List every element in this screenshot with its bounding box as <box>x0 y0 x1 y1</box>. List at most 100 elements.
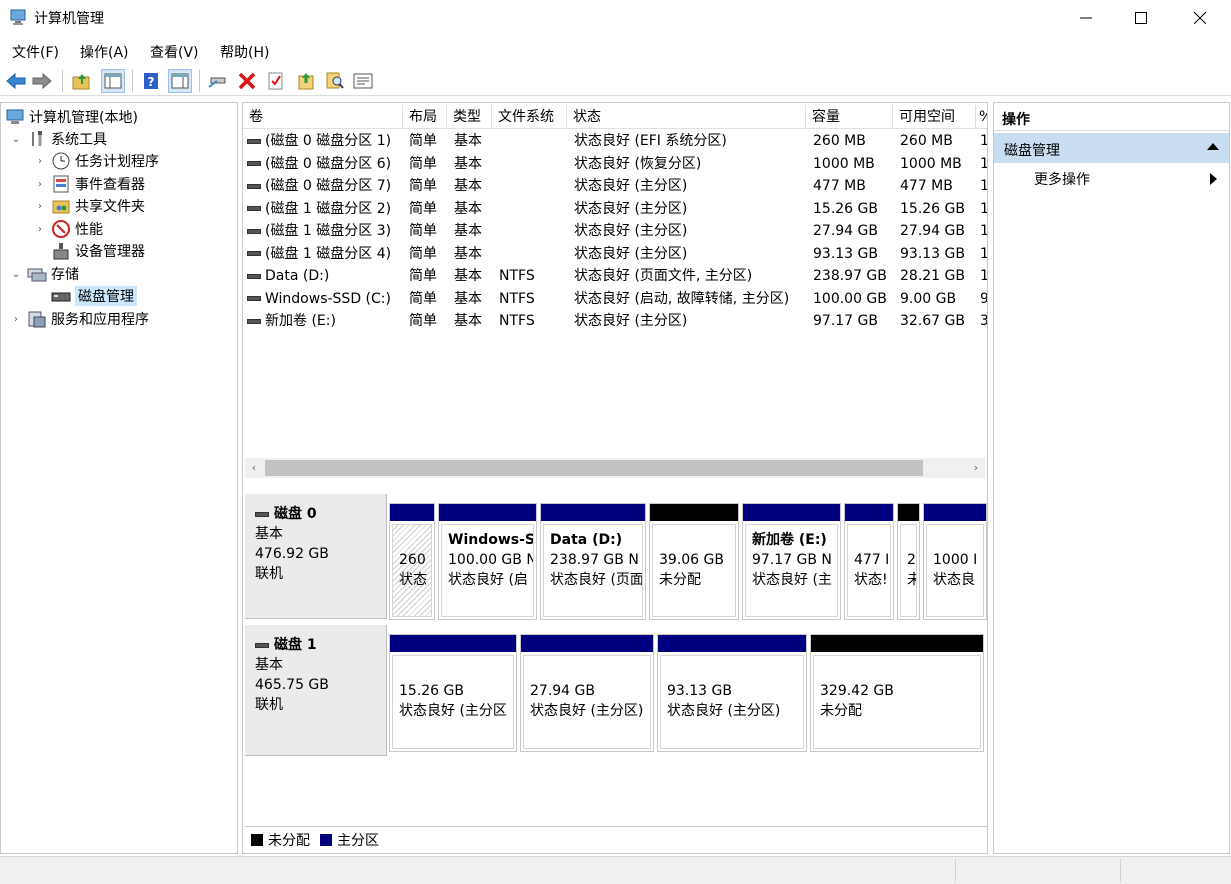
tree-item-services-apps[interactable]: › 服务和应用程序 <box>9 308 149 330</box>
chevron-right-icon[interactable]: › <box>33 156 47 167</box>
tree-item-shared-folders[interactable]: › 共享文件夹 <box>33 195 145 217</box>
volume-name: (磁盘 1 磁盘分区 3) <box>247 220 403 242</box>
table-row[interactable]: Windows-SSD (C:) 简单 基本 NTFS 状态良好 (启动, 故障转储, … <box>243 288 987 310</box>
storage-icon <box>27 264 47 284</box>
scroll-right-icon[interactable]: › <box>967 458 985 478</box>
column-header-filesystem[interactable]: 文件系统 <box>492 105 567 129</box>
tree-item-device-manager[interactable]: 设备管理器 <box>51 240 145 262</box>
volume-filesystem <box>499 220 565 242</box>
scrollbar-thumb[interactable] <box>265 460 923 476</box>
column-header-percent[interactable]: % <box>976 105 987 129</box>
disk-0-label[interactable]: 磁盘 0 基本 476.92 GB 联机 <box>245 494 387 619</box>
tree-item-system-tools[interactable]: ⌄ 系统工具 <box>9 128 107 150</box>
actions-group-disk-management[interactable]: 磁盘管理 <box>994 133 1229 163</box>
table-row[interactable]: Data (D:) 简单 基本 NTFS 状态良好 (页面文件, 主分区) 238.97 … <box>243 265 987 287</box>
import-button[interactable] <box>294 69 318 93</box>
menu-help[interactable]: 帮助(H) <box>220 42 269 62</box>
performance-icon <box>51 219 71 239</box>
menu-file[interactable]: 文件(F) <box>12 42 59 62</box>
table-row[interactable]: (磁盘 0 磁盘分区 1) 简单 基本 状态良好 (EFI 系统分区) 260 MB 26… <box>243 130 987 152</box>
help-button[interactable]: ? <box>139 69 163 93</box>
toolbar-separator <box>132 70 133 92</box>
horizontal-scrollbar[interactable]: ‹ › <box>245 458 985 478</box>
column-header-volume[interactable]: 卷 <box>243 105 403 129</box>
volume-status-text: 状态良好 (页面文件, 主分区) <box>574 268 753 284</box>
properties-icon <box>353 73 373 89</box>
up-folder-button[interactable] <box>70 69 94 93</box>
column-header-type[interactable]: 类型 <box>447 105 492 129</box>
partition-block[interactable]: 260 状态 <box>389 503 435 620</box>
collapse-up-icon[interactable] <box>1207 143 1219 150</box>
column-header-free-space[interactable]: 可用空间 <box>893 105 976 129</box>
partition-block[interactable]: 2未 <box>897 503 920 620</box>
chevron-right-icon[interactable]: › <box>33 179 47 190</box>
event-viewer-icon <box>51 174 71 194</box>
volume-type-text: 基本 <box>454 178 482 194</box>
primary-partition-band <box>439 504 536 521</box>
partition-block[interactable]: 27.94 GB 状态良好 (主分区) <box>520 634 654 752</box>
volume-status: 状态良好 (恢复分区) <box>574 153 806 175</box>
volume-capacity-text: 97.17 GB <box>813 313 878 329</box>
volume-percent-text: 1 <box>980 201 987 217</box>
minimize-button[interactable] <box>1063 0 1109 36</box>
properties-button[interactable] <box>351 69 375 93</box>
tree-item-performance[interactable]: › 性能 <box>33 218 103 240</box>
tree-item-disk-management[interactable]: 磁盘管理 <box>51 285 137 307</box>
table-row[interactable]: (磁盘 1 磁盘分区 4) 简单 基本 状态良好 (主分区) 93.13 GB 93.13… <box>243 243 987 265</box>
volume-type: 基本 <box>454 198 494 220</box>
volume-type: 基本 <box>454 175 494 197</box>
partition-block[interactable]: 新加卷 (E:) 97.17 GB N 状态良好 (主 <box>742 503 841 620</box>
chevron-right-icon[interactable]: › <box>33 224 47 235</box>
table-row[interactable]: (磁盘 0 磁盘分区 7) 简单 基本 状态良好 (主分区) 477 MB 477 MB 1 <box>243 175 987 197</box>
table-row[interactable]: (磁盘 1 磁盘分区 2) 简单 基本 状态良好 (主分区) 15.26 GB 15.26… <box>243 198 987 220</box>
forward-button[interactable] <box>30 69 54 93</box>
chevron-right-icon[interactable]: › <box>33 201 47 212</box>
volume-capacity-text: 260 MB <box>813 133 866 149</box>
menu-action[interactable]: 操作(A) <box>80 42 129 62</box>
search-icon <box>326 72 344 89</box>
back-button[interactable] <box>4 69 28 93</box>
table-row[interactable]: (磁盘 0 磁盘分区 6) 简单 基本 状态良好 (恢复分区) 1000 MB 1000 … <box>243 153 987 175</box>
partition-block[interactable]: Windows-S 100.00 GB N 状态良好 (启 <box>438 503 537 620</box>
partition-size: 260 <box>399 552 426 568</box>
chevron-right-icon[interactable]: › <box>9 314 23 325</box>
partition-block[interactable]: 39.06 GB 未分配 <box>649 503 739 620</box>
column-header-capacity[interactable]: 容量 <box>806 105 893 129</box>
scroll-left-icon[interactable]: ‹ <box>245 458 263 478</box>
unallocated-band <box>811 635 983 652</box>
column-header-layout[interactable]: 布局 <box>403 105 447 129</box>
partition-block[interactable]: 15.26 GB 状态良好 (主分区 <box>389 634 517 752</box>
menu-view[interactable]: 查看(V) <box>150 42 199 62</box>
partition-block[interactable]: 477 I 状态! <box>844 503 894 620</box>
chevron-down-icon[interactable]: ⌄ <box>9 134 23 145</box>
volume-capacity: 15.26 GB <box>813 198 891 220</box>
search-button[interactable] <box>323 69 347 93</box>
close-icon <box>1194 12 1206 24</box>
volume-free-space: 260 MB <box>900 130 974 152</box>
status-bar <box>0 856 1231 884</box>
column-header-status[interactable]: 状态 <box>567 105 806 129</box>
more-actions-item[interactable]: 更多操作 <box>994 167 1229 191</box>
properties-view-button[interactable] <box>168 69 192 93</box>
disk-1-label[interactable]: 磁盘 1 基本 465.75 GB 联机 <box>245 625 387 756</box>
table-row[interactable]: (磁盘 1 磁盘分区 3) 简单 基本 状态良好 (主分区) 27.94 GB 27.94… <box>243 220 987 242</box>
partition-block[interactable]: 329.42 GB 未分配 <box>810 634 984 752</box>
chevron-down-icon[interactable]: ⌄ <box>9 269 23 280</box>
partition-size: 39.06 GB <box>659 552 724 568</box>
volume-capacity: 477 MB <box>813 175 891 197</box>
connect-button[interactable] <box>206 69 230 93</box>
partition-block[interactable]: Data (D:) 238.97 GB N 状态良好 (页面 <box>540 503 646 620</box>
tree-item-storage[interactable]: ⌄ 存储 <box>9 263 79 285</box>
close-button[interactable] <box>1177 0 1223 36</box>
partition-block[interactable]: 1000 I 状态良 <box>923 503 987 620</box>
tree-item-task-scheduler[interactable]: › 任务计划程序 <box>33 150 159 172</box>
delete-button[interactable] <box>235 69 259 93</box>
volume-name-text: (磁盘 1 磁盘分区 2) <box>265 200 392 217</box>
tree-item-event-viewer[interactable]: › 事件查看器 <box>33 173 145 195</box>
check-button[interactable] <box>264 69 288 93</box>
table-row[interactable]: 新加卷 (E:) 简单 基本 NTFS 状态良好 (主分区) 97.17 GB 32.67 … <box>243 310 987 332</box>
maximize-button[interactable] <box>1118 0 1164 36</box>
partition-block[interactable]: 93.13 GB 状态良好 (主分区) <box>657 634 807 752</box>
show-hide-tree-button[interactable] <box>101 69 125 93</box>
tree-item-root[interactable]: 计算机管理(本地) <box>5 106 138 128</box>
